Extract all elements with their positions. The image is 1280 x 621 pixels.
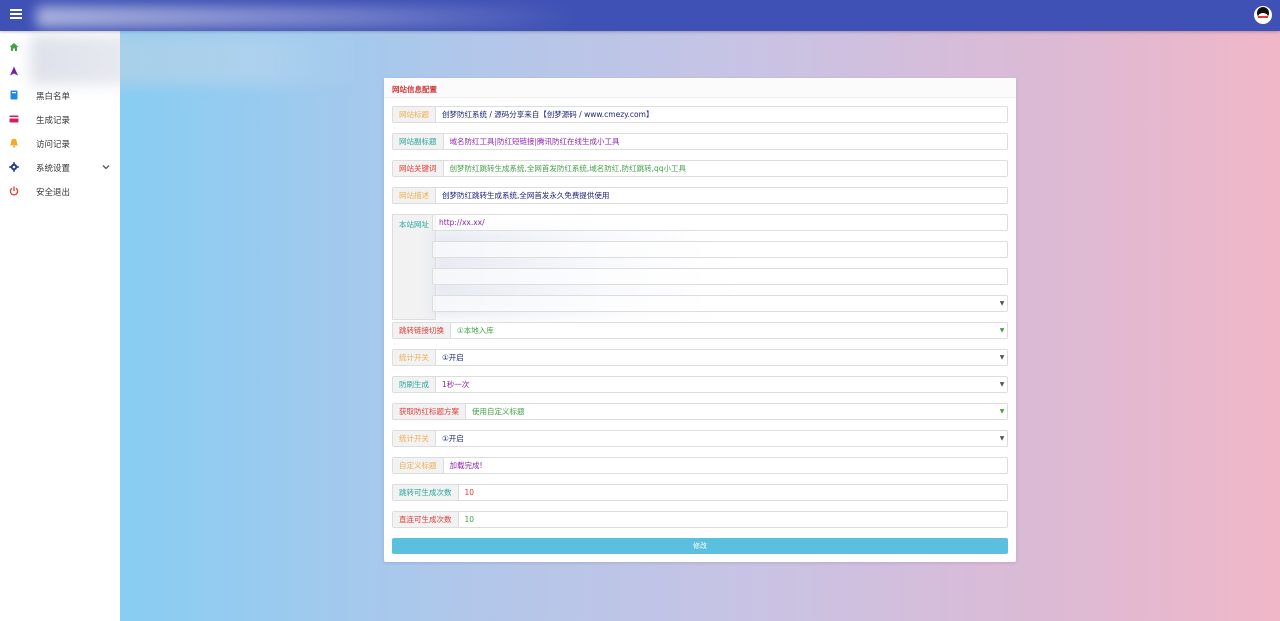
- site-subtitle-input[interactable]: 域名防红工具|防红短链接|腾讯防红在线生成小工具: [444, 136, 1008, 147]
- caret-down-icon: ▼: [999, 381, 1005, 388]
- stats-switch-select[interactable]: ①开启: [436, 352, 997, 363]
- book-icon: [10, 90, 18, 100]
- top-app-bar: [0, 0, 1280, 31]
- site-url-input[interactable]: http://xx.xx/: [432, 214, 1008, 231]
- bell-icon: [10, 138, 18, 148]
- blurred-input[interactable]: [432, 268, 1008, 285]
- blurred-input[interactable]: [432, 241, 1008, 258]
- site-keywords-input[interactable]: 创梦防红跳转生成系统,全网首发防红系统,域名防红,防红跳转,qq小工具: [444, 163, 1008, 174]
- custom-title-input[interactable]: 加载完成!: [444, 460, 1008, 471]
- field-label: 跳转可生成次数: [393, 485, 459, 500]
- sidebar-item-blacklist[interactable]: 黑白名单: [0, 84, 120, 106]
- field-label: 跳转链接切换: [393, 323, 451, 338]
- blurred-overlay: [30, 35, 360, 85]
- sidebar-item-logout[interactable]: 安全退出: [0, 180, 120, 202]
- sidebar-item-label: 访问记录: [36, 140, 71, 150]
- field-label: 网站关键词: [393, 161, 444, 176]
- site-keywords-row: 网站关键词 创梦防红跳转生成系统,全网首发防红系统,域名防红,防红跳转,qq小工…: [392, 160, 1008, 177]
- sidebar-item-generate-log[interactable]: 生成记录: [0, 108, 120, 130]
- field-label: 本站网址: [392, 214, 436, 320]
- stats-switch-row: 统计开关 ①开启 ▼: [392, 349, 1008, 366]
- field-label: 网站描述: [393, 188, 436, 203]
- hamburger-icon[interactable]: [10, 9, 22, 21]
- qq-penguin-icon[interactable]: [1254, 6, 1272, 24]
- site-title-input[interactable]: 创梦防红系统 / 源码分享来自【创梦源码 / www.cmezy.com】: [436, 109, 1007, 120]
- sidebar-item-label: 生成记录: [36, 116, 71, 126]
- sidebar-item-label: 系统设置: [36, 164, 71, 174]
- field-label: 防刷生成: [393, 377, 436, 392]
- custom-title-row: 自定义标题 加载完成!: [392, 457, 1008, 474]
- field-label: 自定义标题: [393, 458, 444, 473]
- direct-count-input[interactable]: 10: [459, 515, 1008, 524]
- navigation-arrow-icon: [10, 66, 18, 76]
- blurred-brand-title: [36, 6, 576, 28]
- field-label: 网站副标题: [393, 134, 444, 149]
- site-title-row: 网站标题 创梦防红系统 / 源码分享来自【创梦源码 / www.cmezy.co…: [392, 106, 1008, 123]
- anti-spam-select[interactable]: 1秒一次: [436, 379, 997, 390]
- blurred-select[interactable]: ▼: [432, 295, 1008, 312]
- direct-count-row: 直连可生成次数 10: [392, 511, 1008, 528]
- site-url-value: http://xx.xx/: [439, 218, 485, 227]
- redirect-link-select[interactable]: ①本地入库: [451, 325, 997, 336]
- sidebar-item-visit-log[interactable]: 访问记录: [0, 132, 120, 154]
- stats-switch-2-row: 统计开关 ①开启 ▼: [392, 430, 1008, 447]
- caret-down-icon: ▼: [999, 435, 1005, 442]
- field-label: 统计开关: [393, 431, 436, 446]
- redirect-link-switch-row: 跳转链接切换 ①本地入库 ▼: [392, 322, 1008, 339]
- caret-down-icon: ▼: [999, 354, 1005, 361]
- field-label: 统计开关: [393, 350, 436, 365]
- credit-card-icon: [9, 115, 19, 123]
- site-subtitle-row: 网站副标题 域名防红工具|防红短链接|腾讯防红在线生成小工具: [392, 133, 1008, 150]
- caret-down-icon: ▼: [999, 408, 1005, 415]
- title-scheme-row: 获取防红标题方案 使用自定义标题 ▼: [392, 403, 1008, 420]
- submit-button[interactable]: 修改: [392, 538, 1008, 554]
- anti-spam-row: 防刷生成 1秒一次 ▼: [392, 376, 1008, 393]
- card-title: 网站信息配置: [384, 78, 1016, 98]
- chevron-down-icon: [102, 165, 110, 170]
- stats-switch-2-select[interactable]: ①开启: [436, 433, 997, 444]
- redirect-count-input[interactable]: 10: [459, 488, 1008, 497]
- sidebar-item-settings[interactable]: 系统设置: [0, 156, 120, 178]
- caret-down-icon: ▼: [999, 327, 1005, 334]
- field-label: 获取防红标题方案: [393, 404, 466, 419]
- caret-down-icon: ▼: [999, 300, 1005, 307]
- site-config-card: 网站信息配置 网站标题 创梦防红系统 / 源码分享来自【创梦源码 / www.c…: [384, 78, 1016, 562]
- field-label: 直连可生成次数: [393, 512, 459, 527]
- gear-icon: [9, 162, 19, 172]
- power-icon: [9, 186, 19, 196]
- home-icon: [9, 43, 19, 51]
- sidebar-item-label: 黑白名单: [36, 92, 71, 102]
- site-description-row: 网站描述 创梦防红跳转生成系统,全网首发永久免费提供使用: [392, 187, 1008, 204]
- redirect-count-row: 跳转可生成次数 10: [392, 484, 1008, 501]
- sidebar: 黑白名单 生成记录 访问记录 系统设置 安全退出: [0, 31, 360, 621]
- sidebar-item-label: 安全退出: [36, 188, 71, 198]
- site-description-input[interactable]: 创梦防红跳转生成系统,全网首发永久免费提供使用: [436, 190, 1007, 201]
- title-scheme-select[interactable]: 使用自定义标题: [466, 406, 997, 417]
- field-label: 网站标题: [393, 107, 436, 122]
